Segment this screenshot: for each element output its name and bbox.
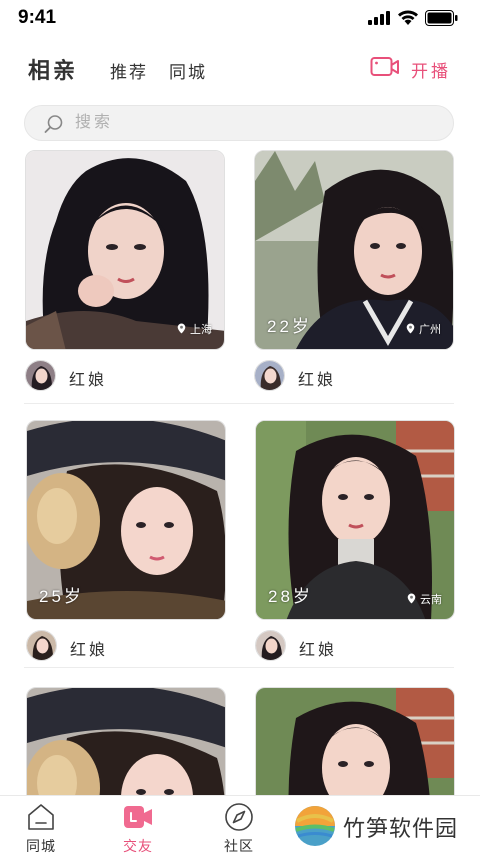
- profile-age: 28岁: [268, 587, 313, 606]
- profile-photo[interactable]: 上海: [25, 150, 225, 350]
- profile-city-label: 上海: [190, 324, 212, 336]
- search-bar[interactable]: [24, 105, 454, 141]
- search-input[interactable]: [75, 106, 435, 140]
- nav-label: 交友: [123, 838, 153, 853]
- profile-age: 25岁: [39, 587, 84, 606]
- home-icon: [28, 804, 54, 830]
- matchmaker-name: 红娘: [299, 642, 338, 659]
- profile-card[interactable]: [26, 687, 226, 795]
- profile-city: 云南: [407, 591, 442, 606]
- start-live-button[interactable]: 开播: [370, 52, 460, 84]
- profile-age: 22岁: [267, 317, 312, 336]
- nav-label: 社区: [224, 838, 254, 853]
- profile-photo[interactable]: [26, 687, 226, 795]
- profile-photo[interactable]: [255, 687, 455, 795]
- matchmaker[interactable]: 红娘: [255, 630, 455, 662]
- location-pin-icon: [407, 593, 416, 604]
- bamboo-logo-icon: [295, 806, 335, 846]
- wifi-icon: [398, 10, 418, 25]
- divider: [24, 667, 454, 668]
- nav-label: 同城: [26, 838, 56, 853]
- matchmaker-name: 红娘: [298, 372, 337, 389]
- video-icon: [124, 806, 152, 828]
- profile-city-label: 广州: [419, 324, 441, 336]
- battery-icon: [425, 10, 458, 26]
- start-live-label: 开播: [411, 62, 451, 81]
- avatar[interactable]: [25, 360, 56, 391]
- search-icon: [44, 115, 63, 133]
- profile-photo[interactable]: 22岁 广州: [254, 150, 454, 350]
- tab-local[interactable]: 同城: [169, 58, 207, 83]
- avatar[interactable]: [255, 630, 286, 661]
- profile-city: 上海: [177, 321, 212, 336]
- matchmaker-name: 红娘: [70, 642, 109, 659]
- header: 相亲 推荐 同城 开播: [0, 48, 480, 88]
- matchmaker[interactable]: 红娘: [254, 360, 454, 392]
- profile-photo[interactable]: 28岁 云南: [255, 420, 455, 620]
- location-pin-icon: [177, 323, 186, 334]
- watermark: 竹笋软件园: [291, 801, 476, 851]
- divider: [24, 403, 454, 404]
- matchmaker[interactable]: 红娘: [26, 630, 226, 662]
- nav-item-community[interactable]: 社区: [209, 800, 269, 853]
- location-pin-icon: [406, 323, 415, 334]
- avatar[interactable]: [26, 630, 57, 661]
- profile-photo[interactable]: 25岁: [26, 420, 226, 620]
- video-camera-icon: [370, 57, 399, 76]
- tab-recommend[interactable]: 推荐: [110, 58, 148, 83]
- profile-card[interactable]: [255, 687, 455, 795]
- status-time: 9:41: [18, 7, 57, 28]
- profile-city: 广州: [406, 321, 441, 336]
- page-title: 相亲: [28, 58, 79, 83]
- avatar[interactable]: [254, 360, 285, 391]
- nav-item-local[interactable]: 同城: [11, 800, 71, 853]
- matchmaker-name: 红娘: [69, 372, 108, 389]
- status-bar: 9:41: [0, 0, 480, 36]
- compass-icon: [225, 803, 253, 831]
- matchmaker[interactable]: 红娘: [25, 360, 225, 392]
- signal-icon: [368, 11, 392, 25]
- profile-city-label: 云南: [420, 594, 442, 606]
- watermark-text: 竹笋软件园: [343, 816, 459, 841]
- nav-item-dating[interactable]: 交友: [108, 800, 168, 853]
